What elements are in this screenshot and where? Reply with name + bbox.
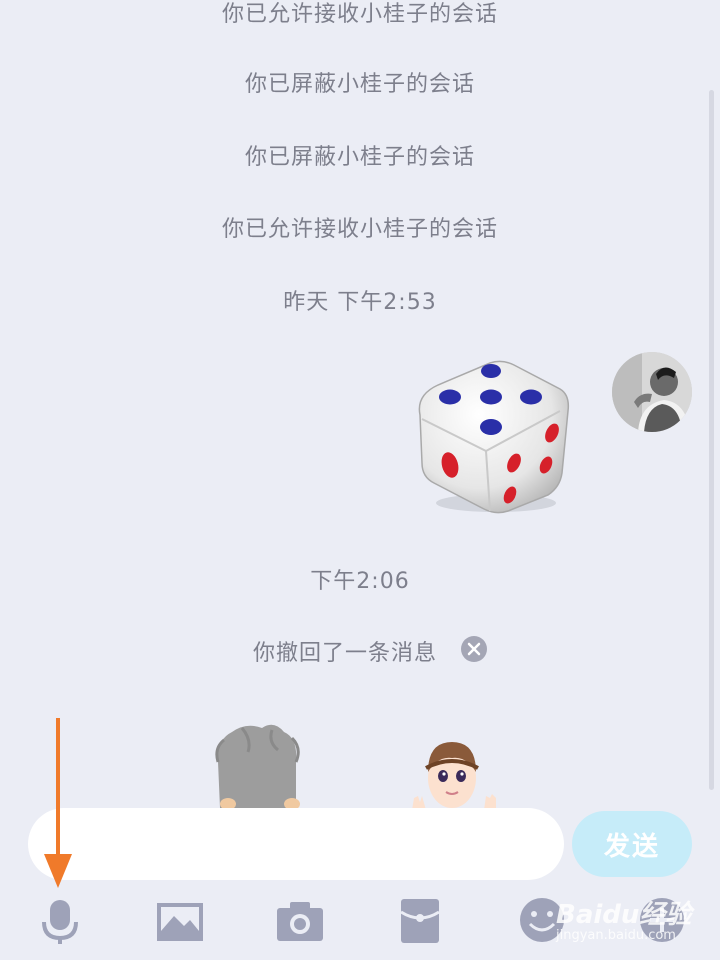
recall-notice: 你撤回了一条消息 [252, 641, 437, 666]
annotation-arrow [44, 718, 72, 888]
camera-icon[interactable] [276, 900, 324, 942]
scrollbar[interactable] [709, 90, 714, 790]
image-icon[interactable] [156, 902, 204, 942]
message-input[interactable] [28, 808, 564, 880]
watermark-url: jingyan.baidu.com [556, 928, 676, 943]
system-message: 你已允许接收小桂子的会话 [221, 2, 498, 27]
red-packet-icon[interactable] [400, 898, 440, 944]
send-button[interactable]: 发送 [572, 811, 692, 877]
dice-sticker[interactable] [410, 355, 575, 520]
watermark: Baidu经验 jingyan.baidu.com [548, 880, 708, 950]
system-message: 你已屏蔽小桂子的会话 [244, 145, 475, 170]
timestamp: 昨天 下午2:53 [283, 290, 437, 315]
system-message: 你已屏蔽小桂子的会话 [244, 72, 475, 97]
timestamp: 下午2:06 [310, 569, 410, 594]
peek-character-icon [215, 724, 300, 810]
avatar[interactable] [612, 352, 692, 432]
watermark-brand: Baidu经验 [556, 900, 692, 930]
microphone-icon[interactable] [38, 898, 82, 946]
peek-character-icon [412, 742, 496, 810]
close-icon[interactable] [461, 636, 487, 662]
system-message: 你已允许接收小桂子的会话 [221, 217, 498, 242]
